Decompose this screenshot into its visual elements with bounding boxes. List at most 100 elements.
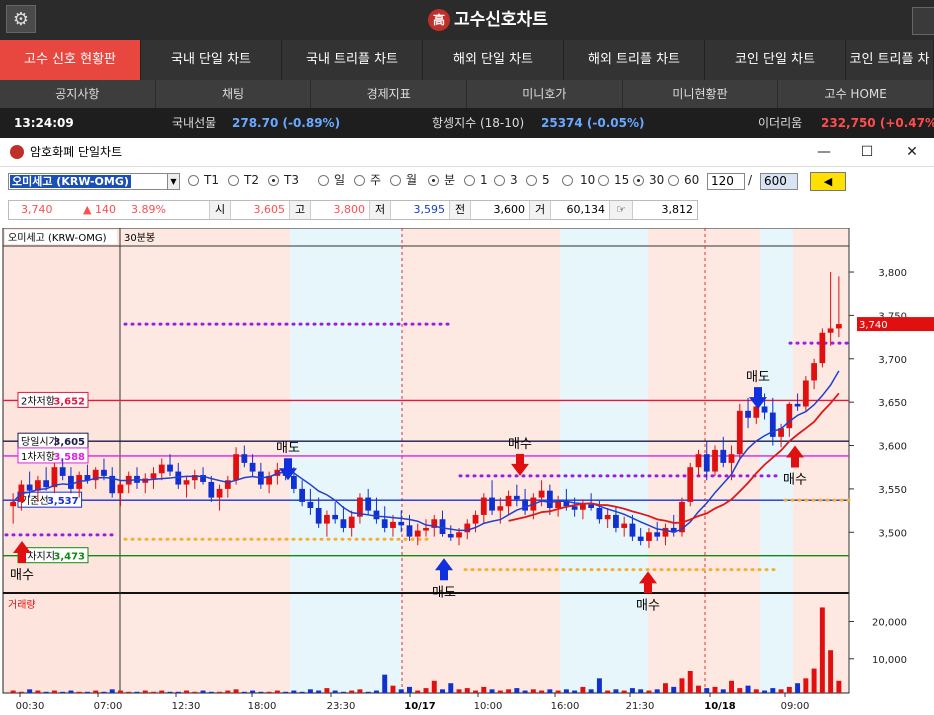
y-tick-label: 3,700 [878,355,907,366]
volume-bar [316,690,322,693]
radio-min-1-label: 1 [480,173,488,187]
radio-min-10[interactable] [562,175,573,186]
bar-count-input[interactable]: 120 [707,173,745,190]
candle-body [398,521,405,526]
bookmark-icon[interactable]: ☞ [609,201,633,219]
candle-body [324,514,330,524]
chart-title: 오미세고 (KRW-OMG) [8,232,107,244]
candle-body [290,475,297,489]
candle-body [348,516,355,528]
radio-t2[interactable] [228,175,239,186]
volume-bar [415,690,421,693]
radio-min-1[interactable] [464,175,475,186]
radio-min-3[interactable] [494,175,505,186]
radio-day[interactable] [318,175,329,186]
ticker-value-futures: 278.70 (-0.89%) [232,116,341,130]
price-chart[interactable]: 3,8003,7503,7003,6503,6003,5503,5002차저항 … [0,228,934,715]
volume-bar [142,690,148,693]
volume-bar [786,686,792,693]
candle-body [59,467,66,476]
symbol-dropdown-icon[interactable]: ▼ [167,173,180,190]
candle-body [299,488,306,502]
sub-nav-item-5[interactable]: 고수 HOME [778,80,934,108]
gear-icon[interactable]: ⚙ [6,5,36,33]
candle-body [695,454,702,468]
candle-body [497,506,504,511]
nav-tab-5[interactable]: 코인 단일 차트 [705,40,846,80]
top-right-button[interactable] [912,7,934,35]
volume-bar [539,690,545,693]
nav-tab-0[interactable]: 고수 신호 현황판 [0,40,141,80]
radio-t1[interactable] [188,175,199,186]
volume-bar [10,690,16,693]
open-value: 3,605 [253,203,286,216]
candle-body [827,328,834,333]
nav-tab-2[interactable]: 국내 트리플 차트 [282,40,423,80]
sub-nav-item-3[interactable]: 미니호가 [467,80,623,108]
radio-t1-label: T1 [204,173,219,187]
nav-tab-1[interactable]: 국내 단일 차트 [141,40,282,80]
low-value: 3,595 [413,203,446,216]
candle-body [390,521,396,528]
radio-minute[interactable] [428,175,439,186]
volume-bar [93,690,99,693]
sub-nav-item-0[interactable]: 공지사항 [0,80,156,108]
candle-body [332,514,339,520]
clock-time: 13:24:09 [14,116,74,130]
scroll-left-button[interactable]: ◀ [810,172,846,191]
radio-min-10-label: 10 [580,173,596,187]
volume-bar [258,691,264,693]
sub-nav-item-4[interactable]: 미니현황판 [623,80,779,108]
bar-count-separator: / [748,173,753,187]
prev-value: 3,600 [493,203,526,216]
volume-bar [596,678,602,693]
volume-bar [307,689,313,693]
candle-body [629,523,636,537]
sub-nav-item-2[interactable]: 경제지표 [311,80,468,108]
minimize-icon[interactable]: — [814,142,834,162]
x-tick-label: 07:00 [94,701,123,712]
candle-body [703,454,710,472]
volume-bar [76,691,82,693]
sub-nav-item-1[interactable]: 채팅 [156,80,312,108]
ticker-label-hangseng: 항셍지수 (18-10) [432,116,525,130]
level-value: 3,652 [53,396,85,407]
symbol-select[interactable]: 오미세고 (KRW-OMG) [8,173,168,190]
session-band [444,228,560,693]
radio-min-5[interactable] [526,175,537,186]
bar-count-max: 600 [760,173,798,190]
candle-body [381,519,388,528]
volume-bar [563,689,569,693]
radio-min-30[interactable] [633,175,644,186]
radio-min-15[interactable] [598,175,609,186]
nav-tab-4[interactable]: 해외 트리플 차트 [564,40,705,80]
volume-bar [382,674,388,693]
radio-month[interactable] [390,175,401,186]
brand: 高 고수신호차트 [428,7,548,33]
volume-bar [184,690,190,693]
volume-bar [481,686,487,693]
window-titlebar: 암호화폐 단일차트 — ☐ ✕ [0,138,934,167]
volume-bar [819,607,825,693]
signal-label: 매수 [508,437,532,452]
volume-bar [35,690,41,693]
signal-label: 매수 [636,598,660,613]
volume-bar [390,685,396,693]
candle-body [26,484,33,491]
volume-bar [762,690,768,693]
level-value: 3,588 [53,452,85,463]
candle-body [596,507,603,520]
nav-tab-3[interactable]: 해외 단일 차트 [423,40,564,80]
radio-min-60[interactable] [668,175,679,186]
candle-body [654,532,661,537]
volume-value: 60,134 [566,203,606,216]
maximize-icon[interactable]: ☐ [857,142,877,162]
radio-t3[interactable] [268,175,279,186]
volume-bar [27,689,33,693]
candle-body [68,475,74,489]
nav-tab-6[interactable]: 코인 트리플 차트 [846,40,934,107]
radio-week[interactable] [354,175,365,186]
close-icon[interactable]: ✕ [902,142,922,162]
candle-body [447,534,454,538]
volume-bar [134,691,140,693]
